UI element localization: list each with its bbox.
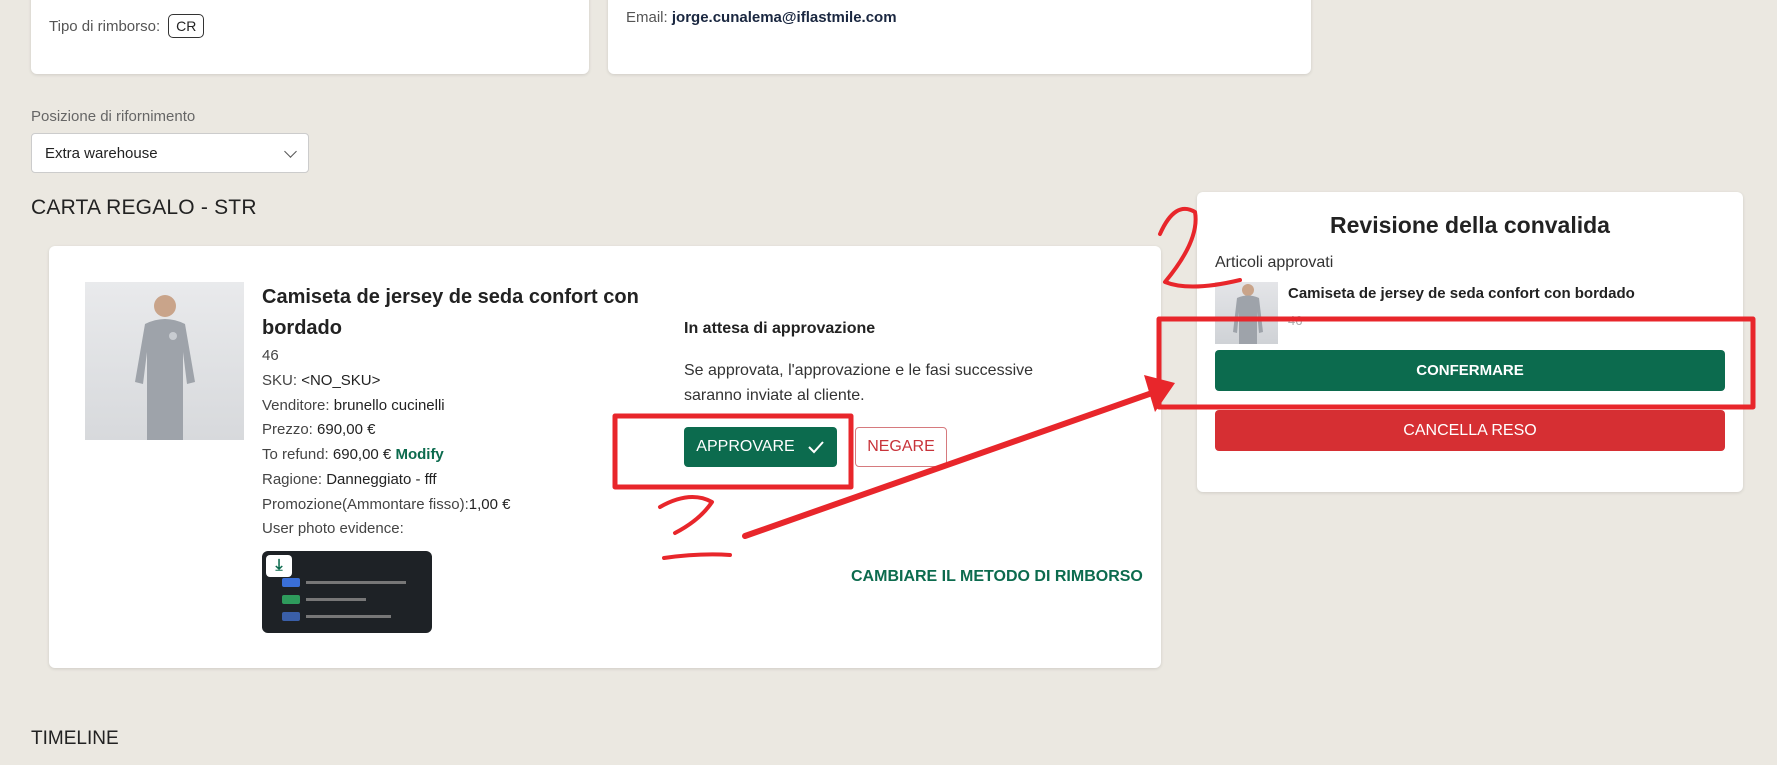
review-item-name: Camiseta de jersey de seda confort con b…: [1288, 285, 1635, 302]
download-icon[interactable]: ⤓: [266, 555, 292, 577]
customer-info-card: Email: jorge.cunalema@iflastmile.com: [608, 0, 1311, 74]
section-title: CARTA REGALO - STR: [31, 196, 257, 219]
product-price: Prezzo: 690,00 €: [262, 421, 375, 438]
product-promotion: Promozione(Ammontare fisso):1,00 €: [262, 496, 510, 513]
confirm-button[interactable]: CONFERMARE: [1215, 350, 1725, 391]
photo-evidence-thumbnail[interactable]: ⤓: [262, 551, 432, 633]
product-size: 46: [262, 347, 279, 364]
approved-items-label: Articoli approvati: [1215, 254, 1334, 271]
sku-label: SKU:: [262, 372, 298, 389]
evidence-row-marker: [282, 578, 300, 587]
reason-label: Ragione:: [262, 471, 323, 488]
check-icon: [807, 441, 824, 454]
vendor-value: brunello cucinelli: [333, 397, 445, 414]
email-line: Email: jorge.cunalema@iflastmile.com: [626, 9, 897, 26]
evidence-row-line: [306, 615, 391, 618]
product-vendor: Venditore: brunello cucinelli: [262, 397, 445, 414]
promo-label: Promozione(Ammontare fisso):: [262, 496, 469, 513]
refund-value: 690,00 €: [332, 446, 392, 463]
sku-value: <NO_SKU>: [301, 372, 381, 389]
refund-type: Tipo di rimborso: CR: [49, 14, 205, 38]
review-item-image: [1215, 282, 1278, 344]
timeline-title: TIMELINE: [31, 728, 119, 749]
email-value: jorge.cunalema@iflastmile.com: [671, 9, 897, 26]
approval-description: Se approvata, l'approvazione e le fasi s…: [684, 362, 1034, 404]
price-value: 690,00 €: [317, 421, 376, 438]
photo-evidence-label: User photo evidence:: [262, 520, 404, 537]
restock-label: Posizione di rifornimento: [31, 108, 196, 125]
deny-button[interactable]: NEGARE: [855, 427, 947, 467]
product-refund: To refund: 690,00 € Modify: [262, 446, 444, 463]
review-item-figure: [1233, 284, 1263, 344]
modify-link[interactable]: Modify: [395, 446, 443, 463]
refund-type-badge: CR: [168, 14, 205, 38]
email-label: Email:: [626, 9, 668, 26]
refund-info-card: Tipo di rimborso: CR: [31, 0, 589, 74]
change-refund-method-link[interactable]: CAMBIARE IL METODO DI RIMBORSO: [851, 568, 1143, 586]
evidence-row-line: [306, 581, 406, 584]
evidence-row-marker: [282, 612, 300, 621]
approve-label: APPROVARE: [696, 438, 795, 455]
price-label: Prezzo:: [262, 421, 313, 438]
product-sku: SKU: <NO_SKU>: [262, 372, 380, 389]
refund-type-label: Tipo di rimborso:: [49, 17, 161, 35]
review-title: Revisione della convalida: [1330, 212, 1610, 238]
promo-value: 1,00 €: [468, 496, 511, 513]
vendor-label: Venditore:: [262, 397, 330, 414]
restock-select[interactable]: Extra warehouse: [31, 133, 309, 173]
cancel-return-button[interactable]: CANCELLA RESO: [1215, 410, 1725, 451]
review-item-size: 46: [1288, 313, 1303, 328]
restock-selected-value: Extra warehouse: [45, 144, 158, 162]
refund-label: To refund:: [262, 446, 329, 463]
evidence-row-marker: [282, 595, 300, 604]
product-figure: [135, 295, 195, 440]
product-image: [85, 282, 244, 440]
product-name: Camiseta de jersey de seda confort con b…: [262, 286, 639, 339]
product-reason: Ragione: Danneggiato - fff: [262, 471, 437, 488]
return-item-card: Camiseta de jersey de seda confort con b…: [49, 246, 1161, 668]
chevron-down-icon: [284, 144, 297, 158]
reason-value: Danneggiato - fff: [326, 471, 437, 488]
validation-review-panel: Revisione della convalida Articoli appro…: [1197, 192, 1743, 492]
approval-status: In attesa di approvazione: [684, 320, 876, 337]
approve-button[interactable]: APPROVARE: [684, 427, 837, 467]
evidence-row-line: [306, 598, 366, 601]
